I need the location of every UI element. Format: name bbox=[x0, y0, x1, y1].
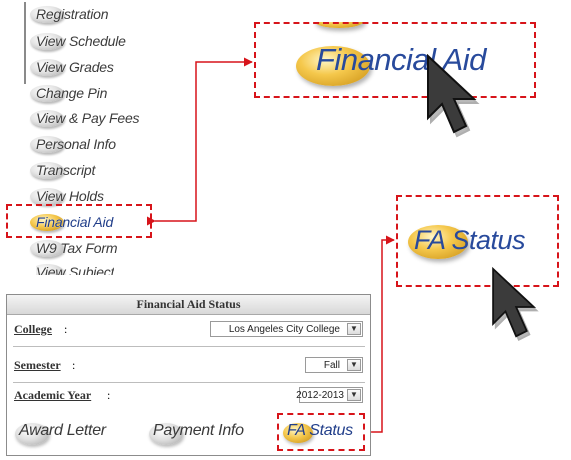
payment-info-button[interactable]: Payment Info bbox=[149, 419, 257, 445]
arrow-button-to-zoom bbox=[363, 235, 395, 437]
panel-title: Financial Aid Status bbox=[7, 295, 370, 315]
college-colon: : bbox=[64, 322, 68, 336]
semester-value: Fall bbox=[323, 360, 340, 371]
divider bbox=[13, 346, 365, 347]
academic-year-select[interactable]: 2012-2013 ▼ bbox=[296, 387, 363, 403]
payment-info-label: Payment Info bbox=[153, 422, 244, 439]
fa-status-highlight bbox=[277, 413, 365, 451]
chevron-down-icon[interactable]: ▼ bbox=[347, 389, 361, 401]
financial-aid-status-panel: Financial Aid Status College : Los Angel… bbox=[6, 294, 371, 456]
chevron-down-icon[interactable]: ▼ bbox=[347, 359, 361, 371]
semester-label: Semester bbox=[14, 358, 61, 372]
divider bbox=[13, 382, 365, 383]
semester-colon: : bbox=[72, 358, 76, 372]
award-letter-button[interactable]: Award Letter bbox=[15, 419, 125, 445]
college-label: College bbox=[14, 322, 52, 336]
semester-select[interactable]: Fall ▼ bbox=[305, 357, 363, 373]
chevron-down-icon[interactable]: ▼ bbox=[347, 323, 361, 335]
college-value: Los Angeles City College bbox=[228, 324, 340, 335]
academic-year-value: 2012-2013 bbox=[296, 390, 344, 401]
arrow-nav-to-zoom bbox=[146, 57, 253, 226]
academic-year-label: Academic Year bbox=[14, 388, 92, 402]
college-select[interactable]: Los Angeles City College ▼ bbox=[210, 321, 363, 337]
award-letter-label: Award Letter bbox=[19, 422, 106, 439]
academic-year-colon: : bbox=[107, 388, 111, 402]
